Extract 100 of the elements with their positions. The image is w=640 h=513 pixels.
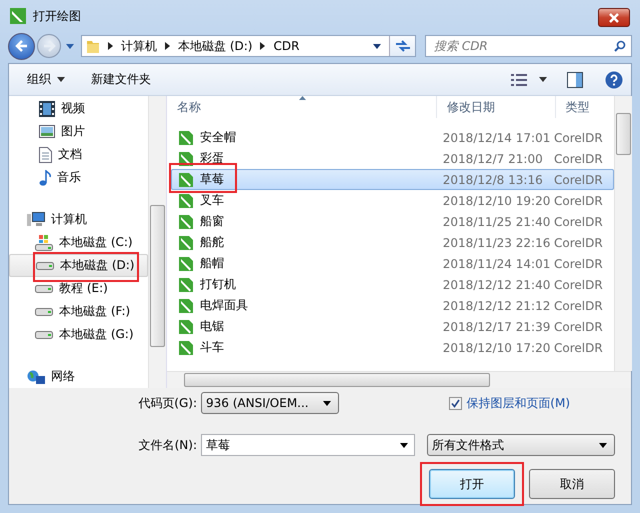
file-row[interactable]: 船舵 2018/11/23 22:16 CorelDR xyxy=(171,232,614,253)
view-list-icon[interactable] xyxy=(511,74,527,86)
highlight-frame xyxy=(169,163,237,193)
file-row[interactable]: 斗车 2018/12/10 17:20 CorelDR xyxy=(171,337,614,358)
type-cell-text: CorelDR xyxy=(554,298,604,312)
file-icon xyxy=(178,276,194,292)
refresh-button[interactable] xyxy=(389,36,415,56)
breadcrumb[interactable]: CDR xyxy=(273,39,300,54)
caret-icon[interactable] xyxy=(539,77,547,82)
sidebar-item[interactable]: 本地磁盘 (F:) xyxy=(9,300,148,323)
breadcrumb[interactable]: 计算机 xyxy=(121,38,157,55)
file-row[interactable]: 船帽 2018/11/24 14:01 CorelDR xyxy=(171,253,614,274)
date-cell-text: 2018/12/14 17:01 xyxy=(442,130,552,144)
search-field[interactable]: 搜索 CDR xyxy=(425,35,632,58)
drive-icon xyxy=(35,308,53,316)
file-row[interactable]: 船窗 2018/11/25 21:40 CorelDR xyxy=(171,211,614,232)
date-cell-text: 2018/11/25 21:40 xyxy=(442,214,552,228)
drive-icon xyxy=(36,262,54,270)
type-cell-text: CorelDR xyxy=(554,278,604,292)
date-cell-text: 2018/12/8 13:16 xyxy=(442,172,544,186)
type-cell-text: CorelDR xyxy=(554,172,604,186)
file-name: 彩蛋 xyxy=(200,150,224,167)
sidebar-item[interactable]: 本地磁盘 (C:) xyxy=(9,231,148,254)
check-icon xyxy=(451,398,460,408)
type-cell-text: CorelDR xyxy=(554,130,604,144)
sidebar-item[interactable]: 图片 xyxy=(9,120,148,143)
file-row[interactable]: 叉车 2018/12/10 19:20 CorelDR xyxy=(171,190,614,211)
file-row[interactable]: 草莓 2018/12/8 13:16 CorelDR xyxy=(171,169,614,190)
scrollbar[interactable] xyxy=(614,96,632,371)
sidebar-item[interactable]: 教程 (E:) xyxy=(9,277,148,300)
column-header[interactable]: 名称 xyxy=(167,96,436,118)
preview-pane-icon[interactable] xyxy=(567,72,583,88)
date-cell-text: 2018/12/17 21:39 xyxy=(442,320,552,334)
app-icon xyxy=(10,8,26,24)
caret-icon xyxy=(400,442,408,448)
file-icon xyxy=(178,172,194,188)
file-name: 草莓 xyxy=(200,171,224,188)
field-label: 文件名(N): xyxy=(138,436,198,454)
caret-icon[interactable] xyxy=(373,44,381,49)
encoding-dropdown[interactable]: 936 (ANSI/OEM... xyxy=(201,392,339,414)
file-name: 电锯 xyxy=(200,318,224,335)
file-icon xyxy=(178,214,194,230)
file-name: 电焊面具 xyxy=(200,297,248,314)
help-icon[interactable] xyxy=(605,70,623,88)
file-row[interactable]: 安全帽 2018/12/14 17:01 CorelDR xyxy=(171,127,614,148)
date-cell-text: 2018/12/12 21:40 xyxy=(442,278,552,292)
keep-layers-checkbox[interactable]: 保持图层和页面(M) xyxy=(449,394,570,412)
file-name: 打钉机 xyxy=(200,276,236,293)
date-cell-text: 2018/12/12 21:12 xyxy=(442,298,552,312)
file-icon xyxy=(178,318,194,334)
sidebar-item[interactable]: 视频 xyxy=(9,97,148,120)
globe-icon xyxy=(27,370,45,384)
file-row[interactable]: 彩蛋 2018/12/7 21:00 CorelDR xyxy=(171,148,614,169)
sidebar-item[interactable]: 音乐 xyxy=(9,166,148,189)
address-bar[interactable]: 计算机 本地磁盘 (D:) CDR xyxy=(81,35,416,58)
file-type-dropdown[interactable]: 所有文件格式 xyxy=(427,434,615,456)
scrollbar[interactable] xyxy=(148,96,166,388)
file-icon xyxy=(178,130,194,146)
sidebar-item[interactable]: 文档 xyxy=(9,143,148,166)
drive-icon xyxy=(35,330,53,338)
sort-arrow-icon xyxy=(299,96,306,100)
file-icon xyxy=(178,340,194,356)
caret-icon xyxy=(323,400,331,406)
date-cell-text: 2018/11/23 22:16 xyxy=(442,236,552,250)
file-name: 安全帽 xyxy=(200,129,236,146)
breadcrumb[interactable]: 本地磁盘 (D:) xyxy=(178,38,252,55)
sidebar-item[interactable]: 计算机 xyxy=(9,208,148,231)
type-cell-text: CorelDR xyxy=(554,236,604,250)
search-icon xyxy=(614,40,626,52)
computer-icon xyxy=(27,212,45,227)
film-icon xyxy=(39,100,55,116)
file-name: 船帽 xyxy=(200,255,224,272)
organize-menu[interactable]: 组织 xyxy=(25,69,53,90)
image-icon xyxy=(39,125,55,138)
sidebar-item[interactable]: 本地磁盘 (D:) xyxy=(9,254,148,277)
drive-icon xyxy=(35,284,53,292)
new-folder-button[interactable]: 新建文件夹 xyxy=(89,69,153,90)
date-cell-text: 2018/12/10 17:20 xyxy=(442,340,552,354)
file-icon xyxy=(178,192,194,208)
close-button[interactable] xyxy=(598,8,630,27)
cancel-button[interactable]: 取消 xyxy=(529,469,615,499)
scrollbar[interactable] xyxy=(167,371,631,388)
refresh-icon xyxy=(394,39,410,54)
drive-icon xyxy=(35,234,53,250)
file-icon xyxy=(178,256,194,272)
file-row[interactable]: 电焊面具 2018/12/12 21:12 CorelDR xyxy=(171,295,614,316)
column-header[interactable]: 修改日期 xyxy=(436,96,555,118)
date-cell-text: 2018/11/24 14:01 xyxy=(442,256,552,270)
file-row[interactable]: 电锯 2018/12/17 21:39 CorelDR xyxy=(171,316,614,337)
file-row[interactable]: 打钉机 2018/12/12 21:40 CorelDR xyxy=(171,274,614,295)
sidebar-item[interactable]: 网络 xyxy=(9,365,148,388)
back-button[interactable] xyxy=(8,32,35,60)
window-title: 打开绘图 xyxy=(33,8,81,25)
filename-field[interactable]: 草莓 xyxy=(201,434,415,456)
open-button[interactable]: 打开 xyxy=(429,469,515,499)
sidebar-item[interactable]: 本地磁盘 (G:) xyxy=(9,323,148,346)
caret-icon xyxy=(57,77,65,82)
file-name: 船舵 xyxy=(200,234,224,251)
type-cell-text: CorelDR xyxy=(554,340,604,354)
date-cell-text: 2018/12/10 19:20 xyxy=(442,194,552,208)
